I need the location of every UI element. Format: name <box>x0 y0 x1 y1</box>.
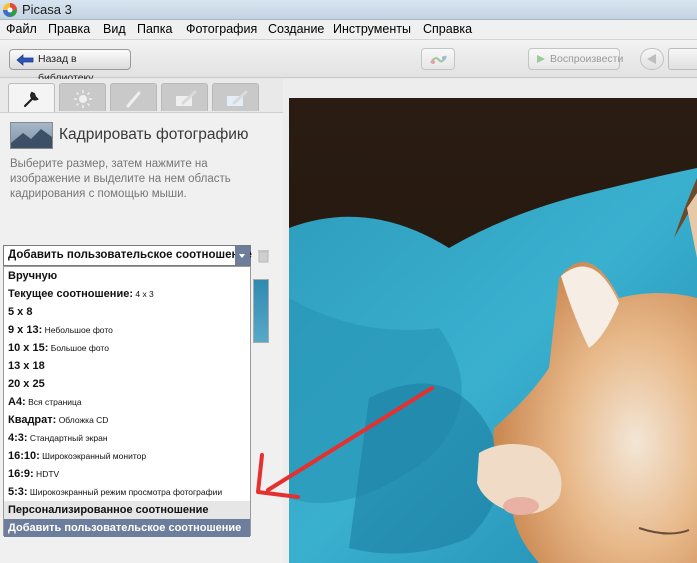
menu-edit[interactable]: Правка <box>48 22 90 36</box>
menu-tools[interactable]: Инструменты <box>333 22 411 36</box>
ratio-option[interactable]: 20 x 25 <box>4 375 250 393</box>
title-bar: Picasa 3 <box>0 0 697 20</box>
photo-kitten[interactable] <box>289 98 697 563</box>
previous-photo-button[interactable] <box>640 48 664 70</box>
ratio-option[interactable]: Квадрат: Обложка CD <box>4 411 250 429</box>
ratio-option-add-custom[interactable]: Добавить пользовательское соотношение <box>4 519 250 537</box>
ratio-option-custom[interactable]: Персонализированное соотношение <box>4 501 250 519</box>
folder-brush-icon <box>176 90 197 106</box>
sun-icon <box>74 90 92 108</box>
picasa-logo-icon <box>3 3 17 17</box>
play-label: Воспроизвести <box>550 53 624 65</box>
aspect-ratio-select[interactable]: Добавить пользовательское соотношение <box>3 245 252 266</box>
edit-panel: Кадрировать фотографию Выберите размер, … <box>0 79 283 563</box>
ratio-option[interactable]: Вручную <box>4 267 250 285</box>
crop-thumbnail <box>10 122 53 149</box>
menu-create[interactable]: Создание <box>268 22 324 36</box>
dropdown-button[interactable] <box>235 246 250 265</box>
ratio-option[interactable]: 16:10: Широкоэкранный монитор <box>4 447 250 465</box>
tab-effects[interactable] <box>110 83 157 111</box>
crop-description: Выберите размер, затем нажмите на изобра… <box>10 158 231 200</box>
photo-preview-strip <box>253 279 269 343</box>
play-icon <box>537 55 545 63</box>
back-to-library-button[interactable]: Назад в библиотеку <box>9 49 131 84</box>
menu-help[interactable]: Справка <box>423 22 472 36</box>
left-arrow-icon <box>647 54 656 64</box>
kitten-photo-image <box>289 98 697 563</box>
tab-tuning[interactable] <box>59 83 106 111</box>
tab-effects-2[interactable] <box>161 83 208 111</box>
menu-folder[interactable]: Папка <box>137 22 172 36</box>
ratio-option[interactable]: 9 x 13: Небольшое фото <box>4 321 250 339</box>
menu-view[interactable]: Вид <box>103 22 126 36</box>
menu-bar: Файл Правка Вид Папка Фотография Создани… <box>0 20 697 40</box>
window-title: Picasa 3 <box>22 2 72 17</box>
ratio-option[interactable]: 10 x 15: Большое фото <box>4 339 250 357</box>
chevron-down-icon <box>239 254 245 258</box>
crop-panel: Кадрировать фотографию Выберите размер, … <box>0 112 283 563</box>
wrench-icon <box>23 91 39 108</box>
crop-title: Кадрировать фотографию <box>59 126 249 143</box>
ratio-option[interactable]: Текущее соотношение: 4 x 3 <box>4 285 250 303</box>
menu-photo[interactable]: Фотография <box>186 22 257 36</box>
toolbar: Назад в библиотеку Воспроизвести <box>0 40 697 84</box>
folder-edit-icon <box>227 90 248 106</box>
trash-icon[interactable] <box>257 249 270 263</box>
photo-view-area <box>283 79 697 563</box>
ratio-option[interactable]: 4:3: Стандартный экран <box>4 429 250 447</box>
ratio-option[interactable]: 5 x 8 <box>4 303 250 321</box>
play-slideshow-button[interactable]: Воспроизвести <box>528 48 624 70</box>
ratio-option[interactable]: A4: Вся страница <box>4 393 250 411</box>
tab-effects-3[interactable] <box>212 83 259 111</box>
tab-basic-fixes[interactable] <box>8 83 55 113</box>
ratio-option[interactable]: 16:9: HDTV <box>4 465 250 483</box>
share-icon <box>430 55 447 64</box>
ratio-option[interactable]: 5:3: Широкоэкранный режим просмотра фото… <box>4 483 250 501</box>
share-button[interactable] <box>421 48 455 70</box>
edit-tabs <box>8 83 274 113</box>
brush-icon <box>126 91 141 108</box>
menu-file[interactable]: Файл <box>6 22 37 36</box>
next-photo-button[interactable] <box>668 48 697 70</box>
back-arrow-icon <box>16 54 34 66</box>
ratio-option[interactable]: 13 x 18 <box>4 357 250 375</box>
aspect-ratio-value: Добавить пользовательское соотношение <box>8 249 252 261</box>
aspect-ratio-dropdown-list: Вручную Текущее соотношение: 4 x 3 5 x 8… <box>3 266 251 537</box>
landscape-icon <box>11 129 52 148</box>
